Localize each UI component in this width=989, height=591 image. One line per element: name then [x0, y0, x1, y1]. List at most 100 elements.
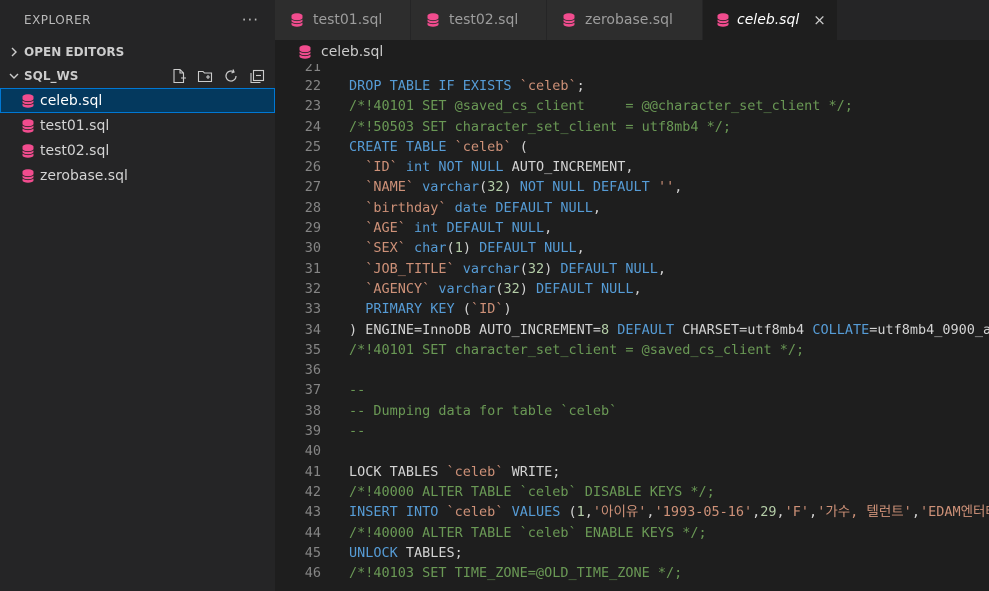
code-text: DROP TABLE IF EXISTS `celeb`;: [349, 76, 585, 96]
database-icon: [297, 44, 313, 60]
tab-label: test02.sql: [449, 12, 519, 28]
new-file-icon[interactable]: [169, 66, 189, 86]
line-number: 31: [304, 260, 321, 277]
code-text: CREATE TABLE `celeb` (: [349, 137, 528, 157]
code-editor[interactable]: 21 22 DROP TABLE IF EXISTS `celeb`; 23 /*!40…: [275, 64, 989, 591]
code-line: 32 `AGENCY` varchar(32) DEFAULT NULL,: [275, 279, 989, 299]
code-token: DEFAULT: [609, 321, 675, 338]
line-number: 33: [304, 301, 321, 318]
file-name: zerobase.sql: [40, 167, 128, 184]
code-line: 23 /*!40101 SET @saved_cs_client = @@char…: [275, 96, 989, 116]
line-number: 34: [304, 321, 321, 338]
line-number: 26: [304, 159, 321, 176]
code-text: /*!40101 SET @saved_cs_client = @@charac…: [349, 96, 853, 116]
code-token: ;: [576, 78, 585, 94]
code-line: 44 /*!40000 ALTER TABLE `celeb` ENABLE KE…: [275, 523, 989, 543]
file-name: test02.sql: [40, 142, 110, 159]
code-token: ): [462, 240, 471, 257]
line-number: 28: [304, 199, 321, 216]
close-icon[interactable]: ×: [813, 11, 826, 29]
line-number: 36: [304, 362, 321, 379]
code-token: `SEX`: [365, 240, 406, 257]
code-token: CREATE TABLE: [349, 138, 455, 155]
collapse-all-icon[interactable]: [247, 66, 267, 86]
code-token: '가수, 텔런트': [817, 504, 912, 521]
code-text: `ID` int NOT NULL AUTO_INCREMENT,: [349, 157, 633, 177]
code-line: 22 DROP TABLE IF EXISTS `celeb`;: [275, 76, 989, 96]
open-editors-label: OPEN EDITORS: [24, 45, 125, 59]
tab-test01[interactable]: test01.sql: [275, 0, 411, 40]
code-token: ,: [911, 504, 920, 521]
code-token: /*!40000 ALTER TABLE `celeb` ENABLE KEYS…: [349, 524, 707, 541]
code-token: int DEFAULT NULL: [405, 220, 545, 237]
line-number: 23: [304, 98, 321, 115]
line-number: 21: [304, 64, 321, 75]
code-token: TABLES;: [397, 544, 463, 561]
code-line: 27 `NAME` varchar(32) NOT NULL DEFAULT '…: [275, 177, 989, 197]
code-token: `celeb`: [519, 78, 577, 94]
line-number: 42: [304, 483, 321, 500]
line-number: 37: [304, 382, 321, 399]
tab-zerobase[interactable]: zerobase.sql: [547, 0, 703, 40]
code-text: `AGENCY` varchar(32) DEFAULT NULL,: [349, 279, 642, 299]
code-token: (: [511, 138, 528, 155]
breadcrumb-file[interactable]: celeb.sql: [321, 44, 383, 60]
code-text: UNLOCK TABLES;: [349, 543, 463, 563]
code-token: `NAME`: [365, 179, 415, 196]
breadcrumb: celeb.sql: [275, 40, 989, 64]
code-token: /*!40101 SET character_set_client = @sav…: [349, 341, 805, 358]
code-token: DROP TABLE IF EXISTS: [349, 78, 520, 94]
vscode-window: EXPLORER ··· OPEN EDITORS SQL_WS celeb.s…: [0, 0, 989, 591]
code-token: ): [519, 280, 528, 297]
code-line: 30 `SEX` char(1) DEFAULT NULL,: [275, 238, 989, 258]
file-item-zerobase[interactable]: zerobase.sql: [0, 163, 275, 188]
line-number: 38: [304, 402, 321, 419]
refresh-icon[interactable]: [221, 66, 241, 86]
code-token: `ID`: [470, 301, 504, 318]
code-token: PRIMARY KEY: [365, 301, 455, 318]
code-line: 43 INSERT INTO `celeb` VALUES (1,'아이유','1…: [275, 502, 989, 522]
code-line: 42 /*!40000 ALTER TABLE `celeb` DISABLE K…: [275, 482, 989, 502]
code-line: 37 --: [275, 380, 989, 400]
file-item-celeb[interactable]: celeb.sql: [0, 88, 275, 113]
code-text: `SEX` char(1) DEFAULT NULL,: [349, 238, 585, 258]
line-number: 40: [304, 443, 321, 460]
code-line: 29 `AGE` int DEFAULT NULL,: [275, 218, 989, 238]
code-token: `AGENCY`: [365, 280, 431, 297]
more-actions-icon[interactable]: ···: [242, 11, 259, 29]
code-text: LOCK TABLES `celeb` WRITE;: [349, 462, 560, 482]
file-item-test01[interactable]: test01.sql: [0, 113, 275, 138]
code-token: CHARSET=utf8mb4: [674, 321, 813, 338]
code-token: 32: [503, 280, 520, 297]
new-folder-icon[interactable]: [195, 66, 215, 86]
file-item-test02[interactable]: test02.sql: [0, 138, 275, 163]
code-text: /*!40101 SET character_set_client = @sav…: [349, 340, 804, 360]
code-line: 25 CREATE TABLE `celeb` (: [275, 137, 989, 157]
code-token: ,: [633, 280, 642, 297]
code-line: 34) ENGINE=InnoDB AUTO_INCREMENT=8 DEFAU…: [275, 320, 989, 340]
code-token: 'F': [784, 504, 810, 521]
workspace-section[interactable]: SQL_WS: [0, 64, 275, 88]
code-line: 24 /*!50503 SET character_set_client = ut…: [275, 117, 989, 137]
code-line: 21: [275, 64, 989, 76]
code-text: /*!40000 ALTER TABLE `celeb` ENABLE KEYS…: [349, 523, 707, 543]
code-token: 'EDAM엔터테인먼트': [919, 504, 989, 521]
line-number: 27: [304, 179, 321, 196]
tab-test02[interactable]: test02.sql: [411, 0, 547, 40]
tab-celeb[interactable]: celeb.sql ×: [703, 0, 838, 40]
code-token: ,: [657, 260, 667, 277]
code-token: /*!40103 SET TIME_ZONE=@OLD_TIME_ZONE */…: [349, 565, 683, 582]
code-token: INSERT INTO: [349, 504, 447, 521]
code-token: (: [446, 240, 455, 257]
line-number: 30: [304, 240, 321, 257]
code-token: =utf8mb4_0900_ai_ci;: [869, 321, 989, 338]
explorer-sidebar: EXPLORER ··· OPEN EDITORS SQL_WS celeb.s…: [0, 0, 275, 591]
code-token: DEFAULT NULL: [552, 260, 658, 277]
open-editors-section[interactable]: OPEN EDITORS: [0, 40, 275, 64]
